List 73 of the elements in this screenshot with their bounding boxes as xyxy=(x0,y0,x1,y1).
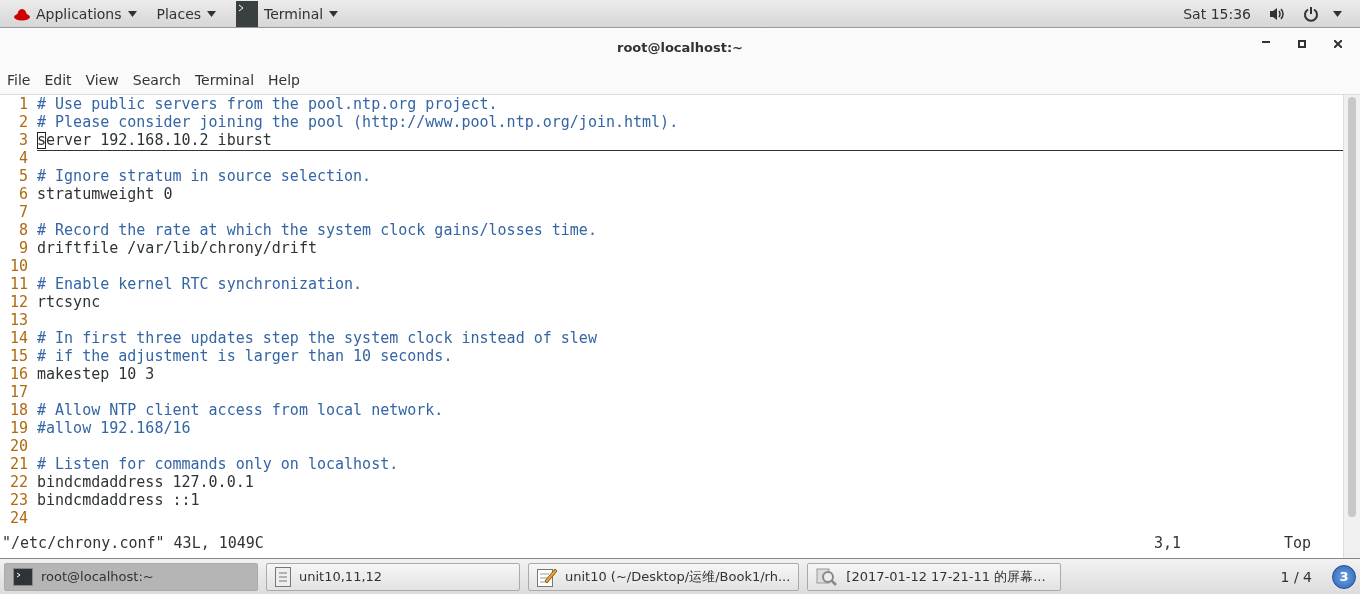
line-number: 1 xyxy=(17,96,29,115)
line-number: 21 xyxy=(8,456,29,475)
taskbar-item[interactable]: root@localhost:~ xyxy=(4,562,258,591)
line-number: 19 xyxy=(8,420,29,439)
cursor-position: 3,1 xyxy=(1153,534,1182,553)
line-number: 9 xyxy=(17,240,29,259)
code-line: bindcmdaddress ::1 xyxy=(37,492,200,511)
code-line: makestep 10 3 xyxy=(37,366,155,385)
code-comment: # In first three updates step the system clock instead of slew xyxy=(37,330,597,349)
taskbar-item[interactable]: unit10,11,12 xyxy=(266,562,520,591)
line-number: 11 xyxy=(8,276,29,295)
power-icon[interactable] xyxy=(1303,5,1319,22)
code-line: bindcmdaddress 127.0.0.1 xyxy=(37,474,254,493)
top-menu[interactable]: Terminal xyxy=(228,0,347,27)
line-number: 5 xyxy=(17,168,29,187)
caret-icon xyxy=(207,10,217,17)
minimize-icon[interactable] xyxy=(1262,40,1270,43)
line-number: 3 xyxy=(17,132,29,151)
line-number: 12 xyxy=(8,294,29,313)
line-number: 15 xyxy=(8,348,29,367)
terminal-icon xyxy=(13,567,33,586)
code-line: rtcsync xyxy=(37,294,101,313)
workspace-indicator[interactable]: 1 / 4 xyxy=(1268,568,1324,585)
hat-icon xyxy=(14,6,30,21)
line-number: 24 xyxy=(8,510,29,529)
file-info: "/etc/chrony.conf" 43L, 1049C xyxy=(1,534,264,553)
line-number: 7 xyxy=(17,204,29,223)
code-comment: # Enable kernel RTC synchronization. xyxy=(37,276,363,295)
code-comment: # Listen for commands only on localhost. xyxy=(37,456,399,475)
menu-item[interactable]: Terminal xyxy=(187,72,262,89)
code-comment: # if the adjustment is larger than 10 seconds. xyxy=(37,348,453,367)
code-comment: # Ignore stratum in source selection. xyxy=(37,168,372,187)
code-comment: #allow 192.168/16 xyxy=(37,420,191,439)
magnifier-icon xyxy=(816,566,839,587)
menu-item[interactable]: Edit xyxy=(37,72,79,89)
line-number: 22 xyxy=(8,474,29,493)
maximize-icon[interactable] xyxy=(1298,40,1306,48)
line-number: 8 xyxy=(17,222,29,241)
top-menu[interactable]: Places xyxy=(148,0,225,27)
window-title: root@localhost:~ xyxy=(616,39,743,55)
document-icon xyxy=(275,566,291,587)
caret-icon xyxy=(1333,10,1342,17)
notepad-pencil-icon xyxy=(537,566,557,587)
taskbar-item[interactable]: unit10 (~/Desktop/运维/Book1/rh... xyxy=(528,562,800,591)
line-number: 10 xyxy=(8,258,29,277)
code-comment: # Record the rate at which the system clock gains/losses time. xyxy=(37,222,597,241)
clock[interactable]: Sat 15:36 xyxy=(1183,5,1251,22)
caret-icon xyxy=(127,10,137,17)
taskbar-item[interactable]: [2017-01-12 17-21-11 的屏幕... xyxy=(807,562,1062,591)
scroll-position: Top xyxy=(1283,534,1311,553)
menu-item[interactable]: Search xyxy=(125,72,188,89)
menu-item[interactable]: File xyxy=(0,72,38,89)
line-number: 13 xyxy=(8,312,29,331)
code-comment: # Use public servers from the pool.ntp.org project. xyxy=(37,96,498,115)
line-number: 14 xyxy=(8,330,29,349)
code-comment: # Allow NTP client access from local network. xyxy=(37,402,444,421)
code-line: driftfile /var/lib/chrony/drift xyxy=(37,240,317,259)
line-number: 18 xyxy=(8,402,29,421)
line-number: 6 xyxy=(17,186,29,205)
line-number: 2 xyxy=(17,114,29,133)
line-number: 16 xyxy=(8,366,29,385)
code-line: stratumweight 0 xyxy=(37,186,173,205)
menu-item[interactable]: Help xyxy=(261,72,307,89)
line-number: 23 xyxy=(8,492,29,511)
line-number: 17 xyxy=(8,384,29,403)
line-number: 20 xyxy=(8,438,29,457)
line-number: 4 xyxy=(17,150,29,169)
top-menu[interactable]: Applications xyxy=(6,0,145,27)
code-comment: # Please consider joining the pool (http://www.pool.ntp.org/join.html). xyxy=(37,114,679,133)
speaker-icon[interactable] xyxy=(1269,6,1285,21)
menu-item[interactable]: View xyxy=(78,72,126,89)
caret-icon xyxy=(329,10,339,17)
close-icon[interactable] xyxy=(1334,40,1342,48)
